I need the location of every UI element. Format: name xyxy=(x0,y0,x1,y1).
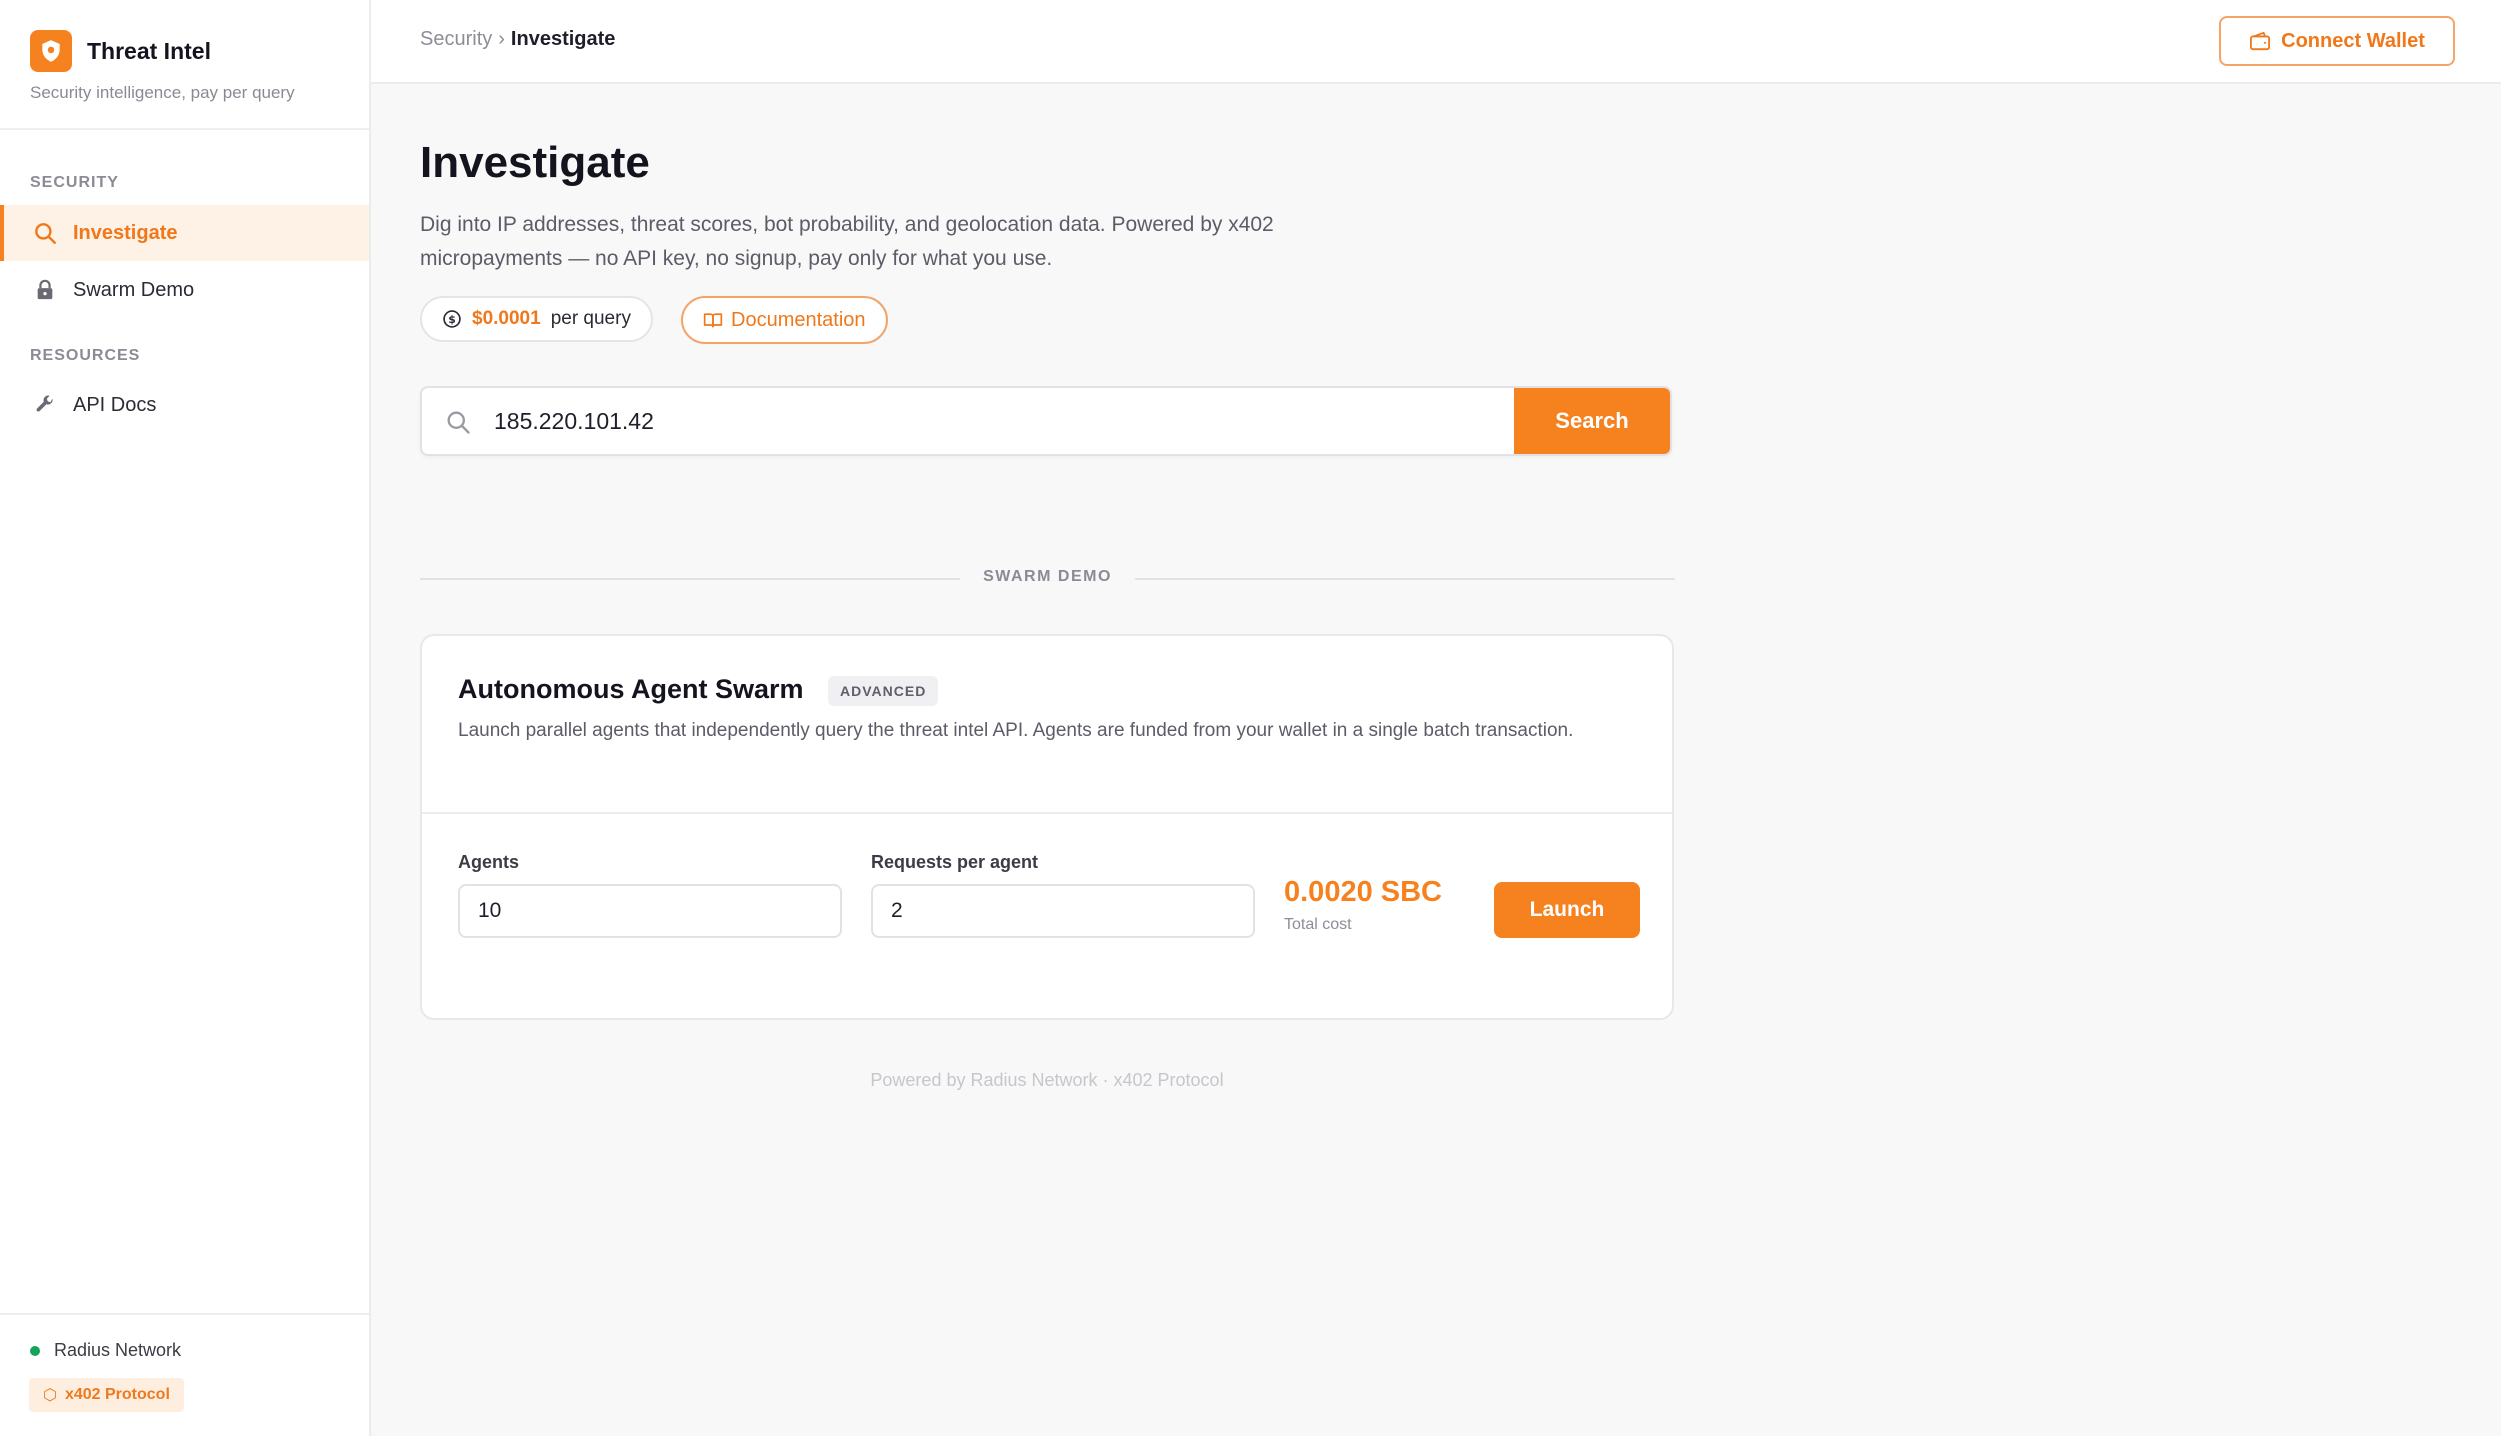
section-divider-label: SWARM DEMO xyxy=(983,568,1112,585)
protocol-label: x402 Protocol xyxy=(64,1386,170,1403)
breadcrumb-current: Investigate xyxy=(510,28,616,50)
wrench-icon xyxy=(32,392,58,418)
total-cost-value: 0.0020 SBC xyxy=(1284,876,1442,908)
sidebar-item-swarm-demo[interactable]: Swarm Demo xyxy=(0,262,369,318)
search-icon xyxy=(32,220,58,246)
wallet-icon xyxy=(2249,31,2271,51)
launch-button[interactable]: Launch xyxy=(1494,882,1640,938)
sidebar-item-investigate[interactable]: Investigate xyxy=(0,205,369,261)
sidebar-item-label: Swarm Demo xyxy=(73,278,195,301)
dollar-coin-icon: $ xyxy=(442,309,462,329)
network-label: Radius Network xyxy=(54,1340,182,1360)
footer-note: Powered by Radius Network · x402 Protoco… xyxy=(870,1070,1224,1090)
sidebar-item-label: API Docs xyxy=(73,393,157,416)
breadcrumb: Security › Investigate xyxy=(420,28,615,51)
sidebar-footer-divider xyxy=(0,1313,369,1315)
card-divider xyxy=(422,812,1672,814)
sidebar: Threat Intel Security intelligence, pay … xyxy=(0,0,371,1436)
agents-label: Agents xyxy=(458,852,520,872)
total-cost-label: Total cost xyxy=(1284,916,1352,933)
price-unit: per query xyxy=(550,308,631,329)
sidebar-section-security: SECURITY xyxy=(30,174,119,191)
requests-per-agent-label: Requests per agent xyxy=(871,852,1039,872)
network-status: Radius Network xyxy=(30,1340,181,1361)
breadcrumb-separator: › xyxy=(498,28,505,50)
sidebar-divider xyxy=(0,128,369,130)
swarm-title: Autonomous Agent Swarm xyxy=(458,674,804,704)
price-amount: $0.0001 xyxy=(472,308,541,329)
sidebar-item-label: Investigate xyxy=(73,221,178,244)
protocol-badge: ⬡ x402 Protocol xyxy=(29,1378,184,1412)
status-dot-icon xyxy=(30,1345,40,1356)
page-description: Dig into IP addresses, threat scores, bo… xyxy=(420,213,1274,270)
app-subtitle: Security intelligence, pay per query xyxy=(30,83,295,102)
hexagon-icon: ⬡ xyxy=(43,1387,57,1404)
connect-wallet-button[interactable]: Connect Wallet xyxy=(2219,16,2455,66)
topbar: Security › Investigate Connect Wallet xyxy=(371,0,2501,84)
svg-text:$: $ xyxy=(448,313,456,326)
sidebar-section-resources: RESOURCES xyxy=(30,347,141,364)
search-icon xyxy=(444,408,472,441)
shield-logo-icon xyxy=(30,30,72,72)
lock-icon xyxy=(32,277,58,303)
advanced-badge: ADVANCED xyxy=(828,676,939,706)
breadcrumb-security[interactable]: Security xyxy=(420,28,492,50)
documentation-button[interactable]: Documentation xyxy=(681,296,888,344)
search-input[interactable] xyxy=(494,388,1494,454)
connect-wallet-label: Connect Wallet xyxy=(2281,29,2425,52)
app-title: Threat Intel xyxy=(87,38,211,64)
search-bar: Search xyxy=(420,386,1672,456)
requests-per-agent-input[interactable] xyxy=(871,884,1255,938)
search-button[interactable]: Search xyxy=(1514,388,1670,454)
sidebar-item-api-docs[interactable]: API Docs xyxy=(0,377,369,433)
agents-input[interactable] xyxy=(458,884,842,938)
price-badge: $ $0.0001 per query xyxy=(420,296,653,342)
section-divider-right xyxy=(1135,578,1675,580)
swarm-description: Launch parallel agents that independentl… xyxy=(458,720,1574,741)
section-divider-left xyxy=(420,578,960,580)
book-icon xyxy=(703,311,723,329)
swarm-card: Autonomous Agent Swarm ADVANCED Launch p… xyxy=(420,634,1674,1020)
documentation-label: Documentation xyxy=(731,308,866,331)
page-title: Investigate xyxy=(420,138,650,187)
